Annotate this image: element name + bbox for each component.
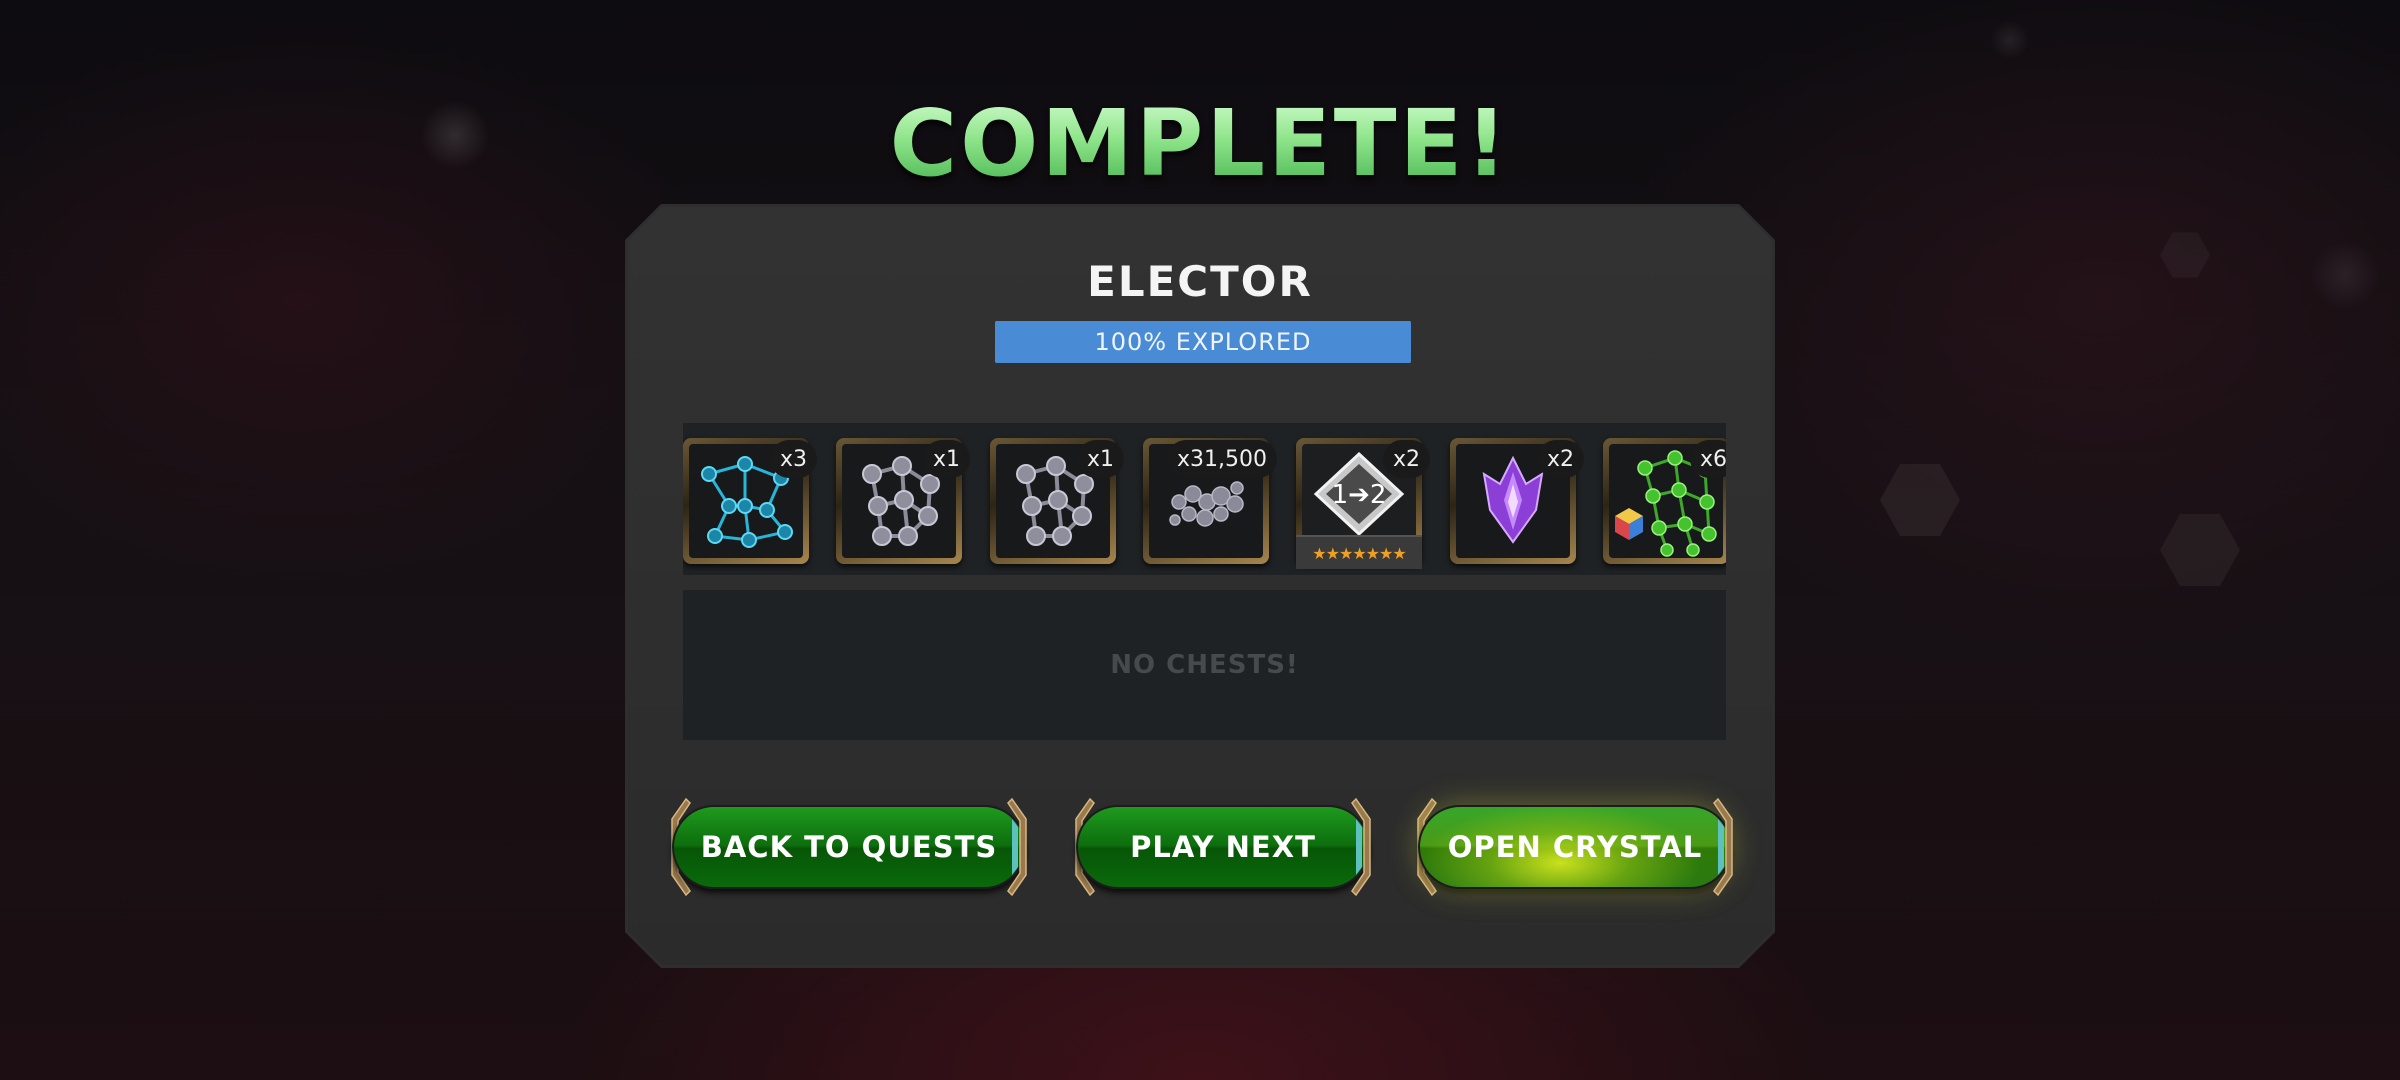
- reward-item[interactable]: x1: [836, 438, 970, 568]
- reward-count: x31,500: [1167, 440, 1277, 478]
- quest-name: ELECTOR: [1087, 257, 1313, 306]
- mystery-cube-icon: [1615, 508, 1643, 540]
- results-panel: ELECTOR 100% EXPLORED x3 x1 x1 x31,500 1…: [625, 204, 1775, 968]
- reward-item[interactable]: x1: [990, 438, 1124, 568]
- reward-count: x2: [1536, 440, 1584, 478]
- back-to-quests-button[interactable]: BACK TO QUESTS: [664, 797, 1034, 897]
- rank-up-label: 1➔2: [1331, 480, 1387, 510]
- reward-item[interactable]: x2: [1450, 438, 1584, 568]
- open-crystal-label: OPEN CRYSTAL: [1418, 805, 1732, 889]
- rewards-strip[interactable]: x3 x1 x1 x31,500 1➔2 ★★★★★★★ x2 x2 x6: [683, 423, 1726, 575]
- star-rating: ★★★★★★★: [1296, 535, 1422, 569]
- reward-item[interactable]: x3: [683, 438, 817, 568]
- play-next-label: PLAY NEXT: [1076, 805, 1370, 889]
- exploration-progress-bar: 100% EXPLORED: [995, 321, 1411, 363]
- chests-area: NO CHESTS!: [683, 590, 1726, 740]
- reward-count: x1: [922, 440, 970, 478]
- complete-title: COMPLETE!: [0, 90, 2400, 197]
- open-crystal-button[interactable]: OPEN CRYSTAL: [1410, 797, 1740, 897]
- reward-item[interactable]: x6: [1603, 438, 1726, 568]
- reward-item[interactable]: x31,500: [1143, 438, 1277, 568]
- reward-count: x6: [1689, 440, 1726, 478]
- back-to-quests-label: BACK TO QUESTS: [672, 805, 1026, 889]
- reward-count: x1: [1076, 440, 1124, 478]
- play-next-button[interactable]: PLAY NEXT: [1068, 797, 1378, 897]
- reward-item[interactable]: 1➔2 ★★★★★★★ x2: [1296, 438, 1430, 569]
- progress-label: 100% EXPLORED: [1094, 328, 1312, 356]
- button-cap-right: [1713, 797, 1733, 897]
- button-cap-right: [1351, 797, 1371, 897]
- reward-count: x2: [1382, 440, 1430, 478]
- button-cap-right: [1007, 797, 1027, 897]
- reward-count: x3: [769, 440, 817, 478]
- no-chests-label: NO CHESTS!: [1110, 650, 1299, 680]
